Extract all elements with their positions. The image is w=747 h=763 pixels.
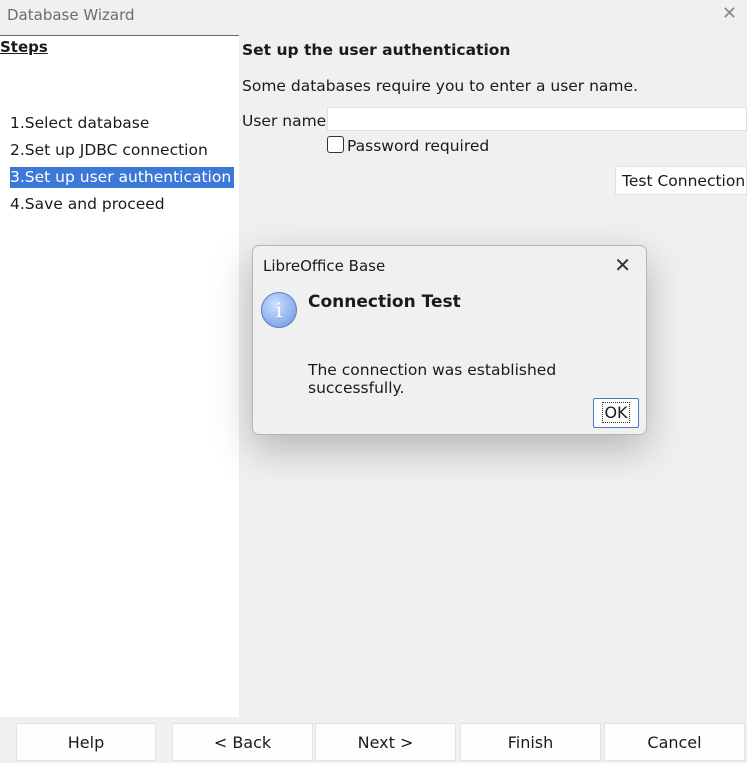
window-title: Database Wizard (7, 6, 135, 24)
dialog-heading: Connection Test (308, 292, 461, 312)
steps-header: Steps (0, 38, 48, 56)
title-bar: Database Wizard ✕ (0, 0, 747, 32)
user-name-label: User name (242, 112, 327, 130)
user-name-input[interactable] (327, 107, 747, 131)
ok-button-label: OK (602, 402, 630, 423)
info-icon: i (261, 292, 297, 328)
step-setup-jdbc[interactable]: 2.Set up JDBC connection (10, 141, 208, 159)
connection-test-dialog: LibreOffice Base ✕ i Connection Test The… (252, 245, 647, 435)
step-save-proceed[interactable]: 4.Save and proceed (10, 195, 165, 213)
dialog-title: LibreOffice Base (263, 257, 386, 275)
test-connection-button[interactable]: Test Connection (615, 166, 747, 195)
cancel-button[interactable]: Cancel (604, 723, 745, 761)
back-button[interactable]: < Back (172, 723, 313, 761)
close-icon[interactable]: ✕ (722, 3, 737, 24)
next-button[interactable]: Next > (315, 723, 456, 761)
dialog-close-icon[interactable]: ✕ (614, 253, 631, 277)
steps-pane (0, 35, 239, 717)
page-title: Set up the user authentication (242, 41, 511, 59)
steps-divider (0, 35, 239, 36)
dialog-message: The connection was established successfu… (308, 361, 557, 397)
ok-button[interactable]: OK (593, 398, 639, 428)
step-user-authentication[interactable]: 3.Set up user authentication (10, 167, 235, 188)
help-button[interactable]: Help (16, 723, 156, 761)
password-required-label[interactable]: Password required (347, 137, 489, 155)
step-select-database[interactable]: 1.Select database (10, 114, 149, 132)
password-required-checkbox[interactable] (327, 136, 344, 153)
info-text: Some databases require you to enter a us… (242, 77, 638, 95)
finish-button[interactable]: Finish (460, 723, 601, 761)
